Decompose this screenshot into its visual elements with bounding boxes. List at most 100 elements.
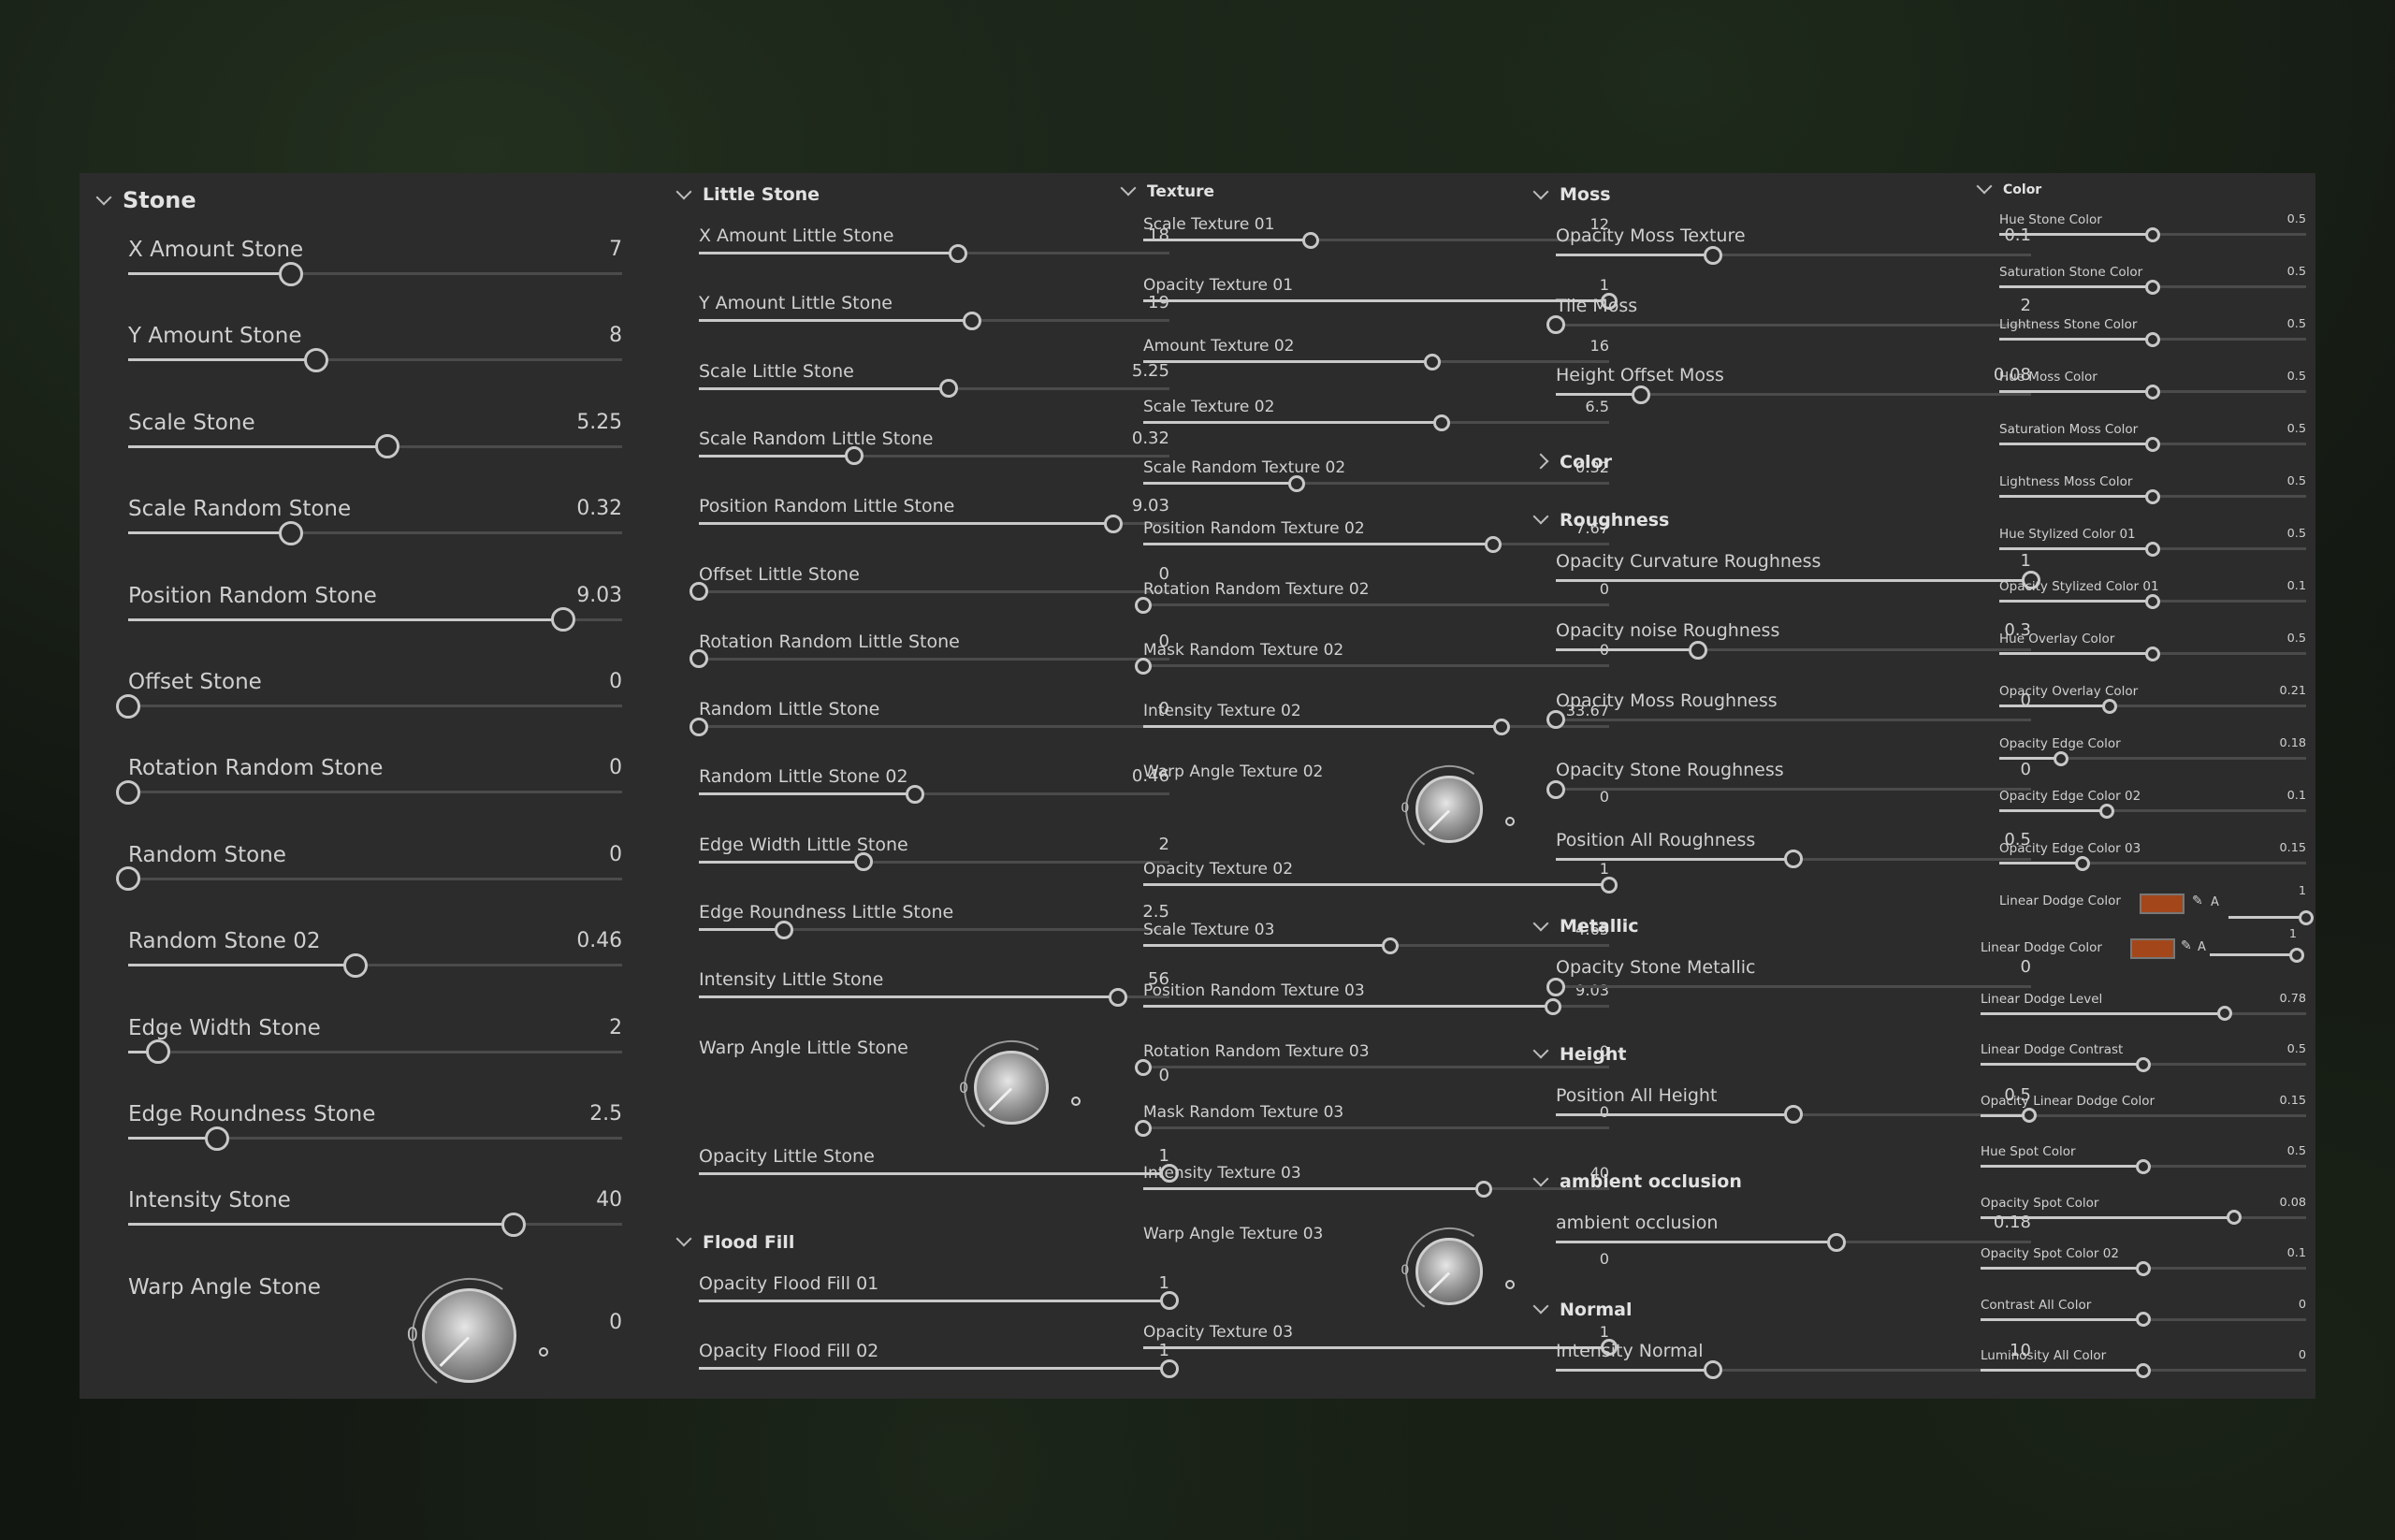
chevron-down-icon[interactable] <box>1976 178 1993 195</box>
slider-track[interactable] <box>1546 977 2031 996</box>
slider-track[interactable] <box>1999 855 2306 871</box>
eyedropper-icon[interactable]: ✎ <box>2181 938 2192 953</box>
slider-thumb[interactable] <box>2136 1158 2151 1174</box>
slider-thumb[interactable] <box>205 1126 230 1151</box>
slider-thumb[interactable] <box>2102 698 2118 714</box>
slider-thumb[interactable] <box>1784 1105 1803 1124</box>
slider-track[interactable] <box>1981 1108 2306 1123</box>
eyedropper-icon[interactable]: ✎ <box>2192 893 2203 908</box>
slider-track[interactable] <box>1981 1006 2306 1021</box>
slider-thumb[interactable] <box>1288 474 1306 492</box>
slider-thumb[interactable] <box>1493 718 1511 735</box>
knob-handle[interactable] <box>1504 817 1515 827</box>
slider-track[interactable] <box>1981 1260 2306 1276</box>
slider-track[interactable] <box>1556 1105 2031 1124</box>
section-header-metallic[interactable]: Metallic <box>1532 915 1639 937</box>
slider-track[interactable] <box>1999 593 2306 609</box>
chevron-down-icon[interactable] <box>95 189 112 206</box>
slider-thumb[interactable] <box>1432 414 1450 431</box>
slider-thumb[interactable] <box>689 649 708 669</box>
slider-thumb[interactable] <box>2145 488 2160 504</box>
slider-track[interactable] <box>1999 646 2306 661</box>
slider-thumb[interactable] <box>1135 596 1152 614</box>
slider-thumb[interactable] <box>854 852 874 872</box>
slider-thumb[interactable] <box>116 779 140 805</box>
slider-track[interactable] <box>699 311 1169 330</box>
section-header-height[interactable]: Height <box>1532 1042 1627 1065</box>
chevron-down-icon[interactable] <box>1120 180 1137 196</box>
slider-track[interactable] <box>116 779 622 805</box>
slider-thumb[interactable] <box>1423 353 1441 370</box>
slider-thumb[interactable] <box>1632 385 1651 404</box>
chevron-down-icon[interactable] <box>1532 1298 1549 1315</box>
section-header-color[interactable]: Color <box>1976 178 2041 197</box>
slider-thumb[interactable] <box>844 446 864 466</box>
slider-track[interactable] <box>699 446 1169 466</box>
slider-thumb[interactable] <box>303 347 328 372</box>
slider-track[interactable] <box>1556 571 2040 589</box>
slider-track[interactable] <box>1556 640 2031 660</box>
slider-thumb[interactable] <box>1546 315 1565 334</box>
slider-thumb[interactable] <box>2022 1108 2038 1123</box>
slider-thumb[interactable] <box>906 784 925 804</box>
slider-thumb[interactable] <box>2145 541 2160 557</box>
slider-track[interactable] <box>699 1164 1179 1184</box>
slider-thumb[interactable] <box>1302 231 1320 249</box>
slider-thumb[interactable] <box>2145 436 2160 452</box>
slider-thumb[interactable] <box>689 717 708 736</box>
slider-track[interactable] <box>689 582 1169 601</box>
slider-thumb[interactable] <box>962 311 981 330</box>
slider-thumb[interactable] <box>1826 1232 1846 1252</box>
slider-track[interactable] <box>1981 1056 2306 1072</box>
alpha-thumb[interactable] <box>2299 909 2314 925</box>
slider-track[interactable] <box>116 693 622 719</box>
section-header-color[interactable]: Color <box>1532 452 1612 472</box>
slider-thumb[interactable] <box>774 920 793 939</box>
slider-track[interactable] <box>1981 1362 2306 1378</box>
slider-thumb[interactable] <box>2227 1210 2243 1225</box>
slider-thumb[interactable] <box>1381 937 1399 954</box>
slider-thumb[interactable] <box>1546 710 1565 729</box>
section-header-roughness[interactable]: Roughness <box>1532 508 1669 530</box>
slider-track[interactable] <box>1556 1232 2031 1252</box>
slider-thumb[interactable] <box>2145 226 2160 242</box>
chevron-right-icon[interactable] <box>1532 453 1549 470</box>
slider-track[interactable] <box>699 1358 1179 1378</box>
slider-track[interactable] <box>699 852 1169 872</box>
slider-track[interactable] <box>116 866 622 892</box>
slider-thumb[interactable] <box>1703 1360 1722 1379</box>
slider-track[interactable] <box>1999 803 2306 819</box>
slider-track[interactable] <box>1546 315 2031 334</box>
slider-track[interactable] <box>699 920 1169 939</box>
section-header-ambient-occlusion[interactable]: ambient occlusion <box>1532 1170 1742 1192</box>
slider-thumb[interactable] <box>279 261 304 286</box>
slider-thumb[interactable] <box>145 1039 170 1065</box>
slider-track[interactable] <box>699 514 1169 533</box>
slider-track[interactable] <box>1999 226 2306 242</box>
slider-thumb[interactable] <box>1784 850 1803 868</box>
slider-track[interactable] <box>128 347 622 372</box>
slider-thumb[interactable] <box>2145 646 2160 661</box>
slider-thumb[interactable] <box>2136 1362 2151 1378</box>
slider-thumb[interactable] <box>1546 779 1565 799</box>
slider-track[interactable] <box>1999 750 2306 766</box>
slider-thumb[interactable] <box>1135 657 1152 675</box>
slider-thumb[interactable] <box>2053 750 2068 766</box>
slider-track[interactable] <box>128 261 622 286</box>
slider-track[interactable] <box>1546 710 2031 729</box>
slider-thumb[interactable] <box>1689 640 1708 660</box>
slider-thumb[interactable] <box>2145 384 2160 400</box>
slider-track[interactable] <box>128 434 622 459</box>
knob-handle[interactable] <box>1070 1096 1081 1106</box>
chevron-down-icon[interactable] <box>1532 915 1549 931</box>
section-header-normal[interactable]: Normal <box>1532 1298 1632 1320</box>
slider-track[interactable] <box>1999 698 2306 714</box>
slider-thumb[interactable] <box>375 434 400 459</box>
slider-track[interactable] <box>1556 1360 2031 1379</box>
slider-thumb[interactable] <box>116 693 140 719</box>
slider-thumb[interactable] <box>948 243 967 263</box>
slider-thumb[interactable] <box>2145 279 2160 295</box>
slider-thumb[interactable] <box>2145 593 2160 609</box>
slider-thumb[interactable] <box>938 379 958 399</box>
slider-thumb[interactable] <box>279 520 304 545</box>
